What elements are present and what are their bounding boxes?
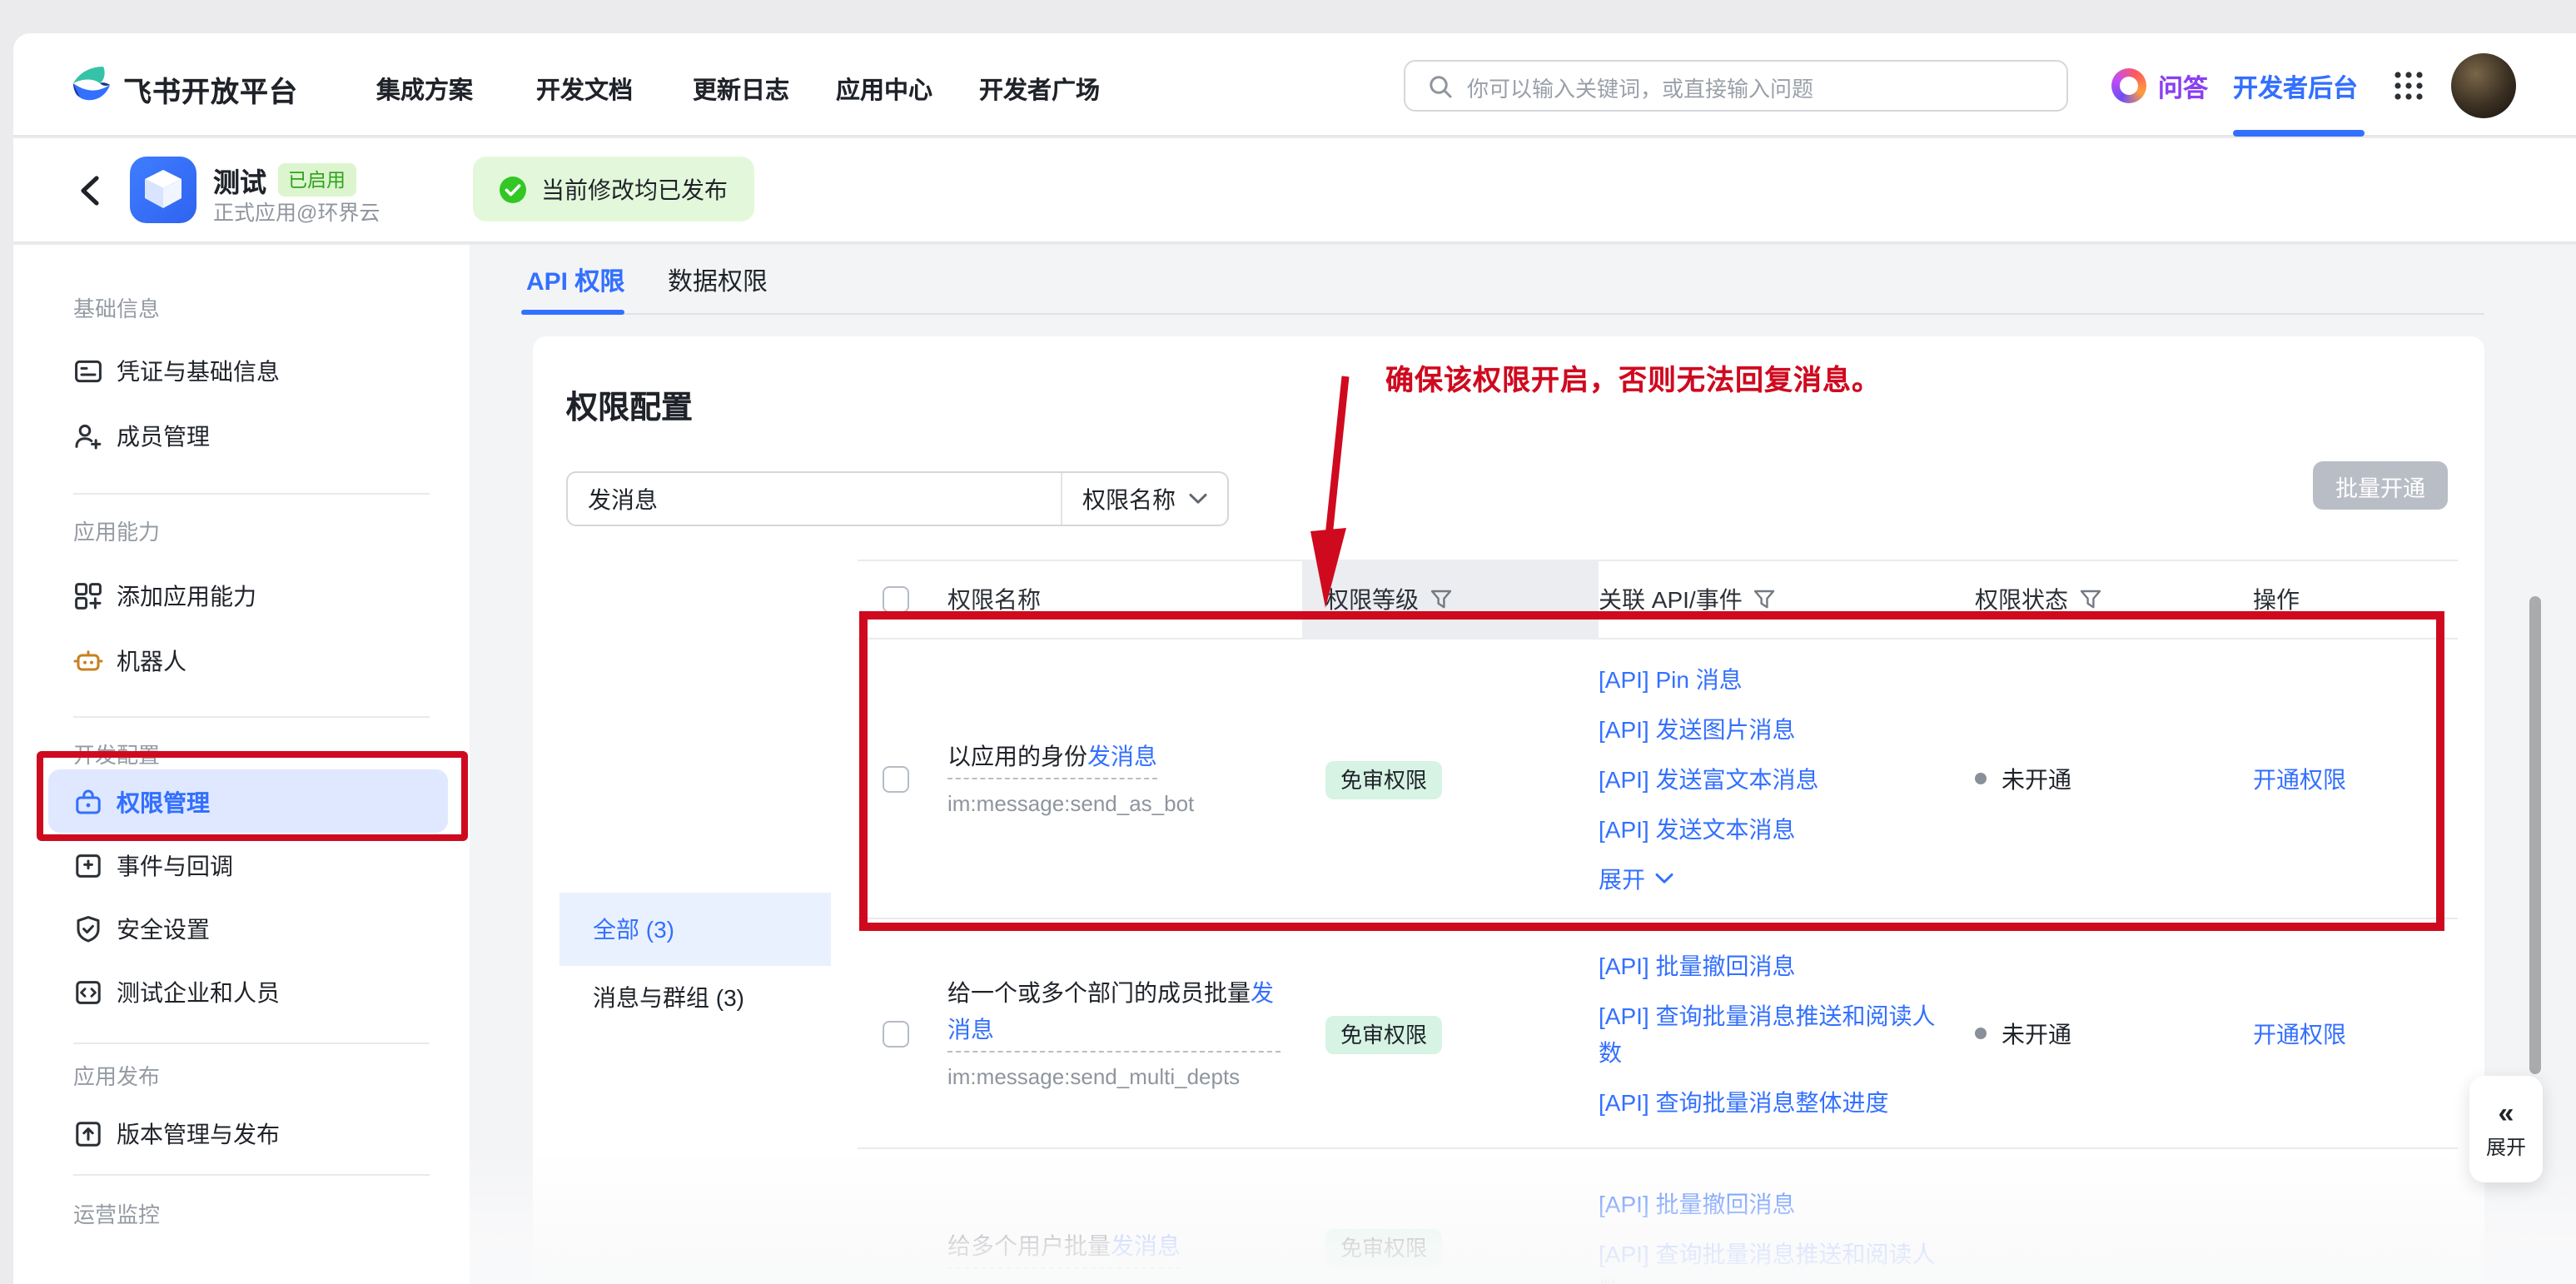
apps-grid-icon[interactable] [2393, 70, 2424, 102]
expand-panel-label: 展开 [2486, 1132, 2526, 1160]
sidebar-section-basic-info: 基础信息 [73, 291, 160, 323]
search-icon [1427, 73, 1454, 100]
chevron-down-icon [1189, 493, 1207, 505]
qa-link[interactable]: 问答 [2158, 70, 2208, 105]
sidebar-item-label: 机器人 [117, 644, 186, 678]
back-chevron-icon[interactable] [77, 175, 105, 207]
group-message[interactable]: 消息与群组 (3) [559, 979, 831, 1016]
screen: 飞书开放平台 集成方案 开发文档 更新日志 应用中心 开发者广场 你可以输入关键… [0, 0, 2576, 1284]
status-badge: 未开通 [1975, 1017, 2253, 1050]
bottom-fade [470, 1149, 2576, 1284]
sidebar-divider [73, 716, 430, 718]
id-card-icon [73, 356, 103, 386]
user-avatar[interactable] [2451, 53, 2516, 118]
global-search-placeholder: 你可以输入关键词，或直接输入问题 [1467, 72, 1813, 103]
member-add-icon [73, 421, 103, 451]
filter-funnel-icon[interactable] [1430, 590, 1452, 610]
status-dot-icon [1975, 1028, 1987, 1039]
sidebar-item-version[interactable]: 版本管理与发布 [73, 1117, 280, 1151]
publish-up-icon [73, 1119, 103, 1149]
table-row: 给一个或多个部门的成员批量发消息 im:message:send_multi_d… [858, 919, 2458, 1149]
annotation-note: 确保该权限开启，否则无法回复消息。 [1385, 356, 1881, 398]
annotation-box-sidebar [37, 751, 468, 841]
header-checkbox[interactable] [883, 586, 909, 613]
sidebar-divider [73, 1174, 430, 1176]
tabs-divider [521, 313, 2484, 315]
app-header-bar [13, 138, 2576, 243]
sidebar-item-label: 事件与回调 [117, 849, 233, 883]
active-nav-underline [2233, 130, 2365, 136]
filter-funnel-icon[interactable] [1754, 590, 1776, 610]
annotation-arrow [1295, 370, 1369, 615]
app-subtitle: 正式应用@环界云 [213, 195, 380, 226]
permission-search-input[interactable] [588, 475, 1054, 523]
sidebar-item-label: 版本管理与发布 [117, 1117, 280, 1151]
app-cube-icon [130, 157, 196, 223]
code-brackets-icon [73, 978, 103, 1008]
sidebar-item-label: 凭证与基础信息 [117, 355, 280, 388]
nav-link-docs[interactable]: 开发文档 [536, 72, 633, 107]
nav-link-devplaza[interactable]: 开发者广场 [979, 72, 1100, 107]
check-circle-icon [498, 174, 528, 204]
sidebar-divider [73, 1043, 430, 1044]
sidebar-item-label: 测试企业和人员 [117, 976, 280, 1009]
filter-funnel-icon[interactable] [2080, 590, 2101, 610]
api-link[interactable]: [API] 查询批量消息推送和阅读人数 [1599, 997, 1952, 1070]
permission-scope: im:message:send_multi_depts [947, 1063, 1289, 1092]
event-callback-icon [73, 851, 103, 881]
developer-console-link[interactable]: 开发者后台 [2233, 70, 2358, 105]
search-filter-label: 权限名称 [1082, 482, 1176, 515]
robot-icon [73, 646, 103, 676]
nav-link-changelog[interactable]: 更新日志 [693, 72, 789, 107]
feishu-logo-icon[interactable] [67, 62, 117, 112]
shield-check-icon [73, 914, 103, 944]
sidebar-item-label: 添加应用能力 [117, 580, 256, 613]
sidebar-section-release: 应用发布 [73, 1059, 160, 1091]
sidebar-item-test-org[interactable]: 测试企业和人员 [73, 976, 280, 1009]
sidebar-item-credentials[interactable]: 凭证与基础信息 [73, 355, 280, 388]
permission-name[interactable]: 给一个或多个部门的成员批量发消息 [947, 974, 1281, 1053]
active-tab-underline [521, 310, 624, 315]
group-all[interactable]: 全部 (3) [559, 893, 831, 966]
publish-status-text: 当前修改均已发布 [541, 172, 728, 206]
nav-link-solutions[interactable]: 集成方案 [376, 72, 473, 107]
app-enabled-badge: 已启用 [278, 163, 356, 197]
nav-link-appcenter[interactable]: 应用中心 [836, 72, 932, 107]
sidebar-item-label: 安全设置 [117, 913, 210, 946]
tab-api-permission[interactable]: API 权限 [526, 263, 624, 298]
permission-search-field[interactable]: 权限名称 [566, 471, 1229, 526]
publish-status-pill: 当前修改均已发布 [473, 157, 754, 221]
api-link[interactable]: [API] 批量撤回消息 [1599, 947, 1952, 983]
logo-text[interactable]: 飞书开放平台 [123, 68, 298, 110]
sidebar-divider [73, 493, 430, 495]
double-chevron-left-icon: « [2499, 1098, 2514, 1128]
sidebar-item-members[interactable]: 成员管理 [73, 420, 210, 453]
panel-title: 权限配置 [566, 383, 693, 428]
blocks-plus-icon [73, 581, 103, 611]
annotation-box-table-row [859, 611, 2444, 931]
sidebar-section-monitoring: 运营监控 [73, 1197, 160, 1229]
sidebar-item-bot[interactable]: 机器人 [73, 644, 186, 678]
sidebar-item-add-capability[interactable]: 添加应用能力 [73, 580, 256, 613]
app-name: 测试 [213, 160, 266, 200]
search-filter-select[interactable]: 权限名称 [1061, 473, 1227, 525]
tab-data-permission[interactable]: 数据权限 [668, 263, 768, 298]
api-link[interactable]: [API] 查询批量消息整体进度 [1599, 1083, 1952, 1120]
sidebar-item-security[interactable]: 安全设置 [73, 913, 210, 946]
vertical-scrollbar[interactable] [2529, 596, 2541, 1074]
row-checkbox[interactable] [883, 1020, 909, 1047]
open-permission-link[interactable]: 开通权限 [2253, 1020, 2346, 1047]
qa-gradient-ring-icon[interactable] [2111, 68, 2146, 103]
sidebar-section-capability: 应用能力 [73, 515, 160, 546]
level-badge: 免审权限 [1325, 1015, 1442, 1053]
sidebar-item-events[interactable]: 事件与回调 [73, 849, 233, 883]
bulk-open-button[interactable]: 批量开通 [2313, 461, 2448, 510]
sidebar-item-label: 成员管理 [117, 420, 210, 453]
expand-side-panel-button[interactable]: « 展开 [2469, 1076, 2543, 1182]
